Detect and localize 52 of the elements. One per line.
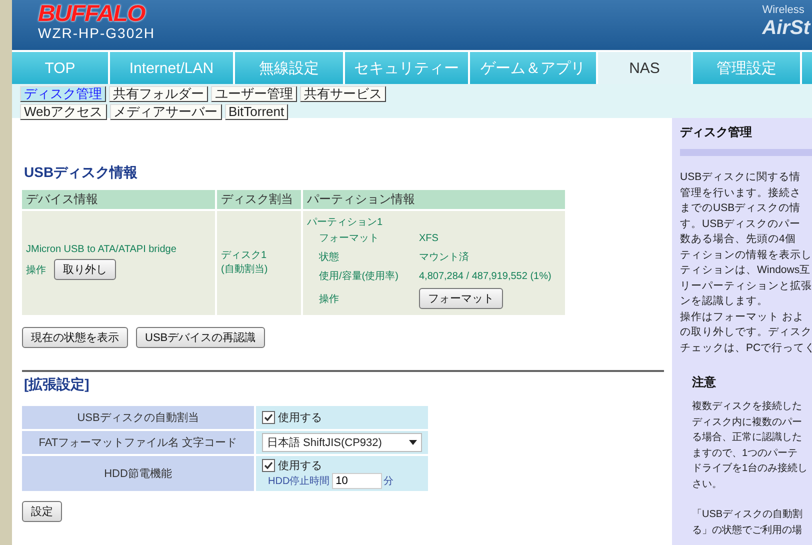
format-button[interactable]: フォーマット	[419, 288, 503, 309]
subtab[interactable]: メディアサーバー	[110, 104, 222, 120]
brand-tagline: Wireless	[762, 4, 804, 16]
unit-label: 分	[384, 475, 394, 488]
setting-label: HDD節電機能	[22, 456, 254, 491]
partition-name: パーティション1	[307, 216, 384, 229]
checkbox[interactable]	[262, 411, 275, 424]
checkbox-label: 使用する	[278, 411, 322, 425]
section-title: [拡張設定]	[24, 376, 90, 394]
setting-label: FATフォーマットファイル名 文字コード	[22, 431, 254, 454]
field-value: XFS	[419, 232, 440, 244]
tab-bar-end	[802, 52, 812, 84]
disk-name: ディスク1	[221, 249, 268, 262]
subtab[interactable]: BitTorrent	[224, 104, 288, 120]
brand-logo: AirSt	[762, 16, 810, 40]
checkbox-label: 使用する	[278, 459, 322, 473]
subtab[interactable]: 共有サービス	[300, 86, 386, 102]
help-text: USBディスクに関する情 管理を行います。接続さ までのUSBディスクの情 す。USBディスクのパー 数ある場合、先頭の4個 ティションの情報を表示し ティションは、Windows互 リーパーティションと拡張 ンを認識します。 操作はフォーマット およ の取り外しです。ディスク チェックは、PCで行ってく	[680, 170, 812, 356]
field-label: フォーマット	[319, 232, 380, 245]
field-value: マウント済	[419, 250, 470, 264]
device-name: JMicron USB to ATA/ATAPI bridge	[26, 244, 178, 255]
subtab[interactable]: Webアクセス	[20, 104, 106, 120]
column-header: デバイス情報	[22, 190, 215, 209]
time-label: HDD停止時間	[268, 474, 330, 488]
field-label: 状態	[319, 250, 340, 264]
action-label: 操作	[26, 264, 46, 276]
note-title: 注意	[692, 374, 717, 391]
apply-button[interactable]: 設定	[22, 501, 62, 522]
column-header: パーティション情報	[303, 190, 565, 209]
subtab[interactable]: 共有フォルダー	[109, 86, 208, 102]
note-text: 「USBディスクの自動割 る」の状態でご利用の場	[691, 508, 804, 538]
encoding-dropdown[interactable]: 日本語 ShiftJIS(CP932)	[262, 433, 422, 452]
caret-icon	[409, 440, 417, 445]
disk-note: (自動割当)	[221, 262, 269, 276]
field-label: 使用/容量(使用率)	[319, 270, 400, 283]
subtab[interactable]: ユーザー管理	[211, 86, 297, 102]
note-text: 複数ディスクを接続した ディスク内に複数のパー る場合、正常に認識した ますので、1つのパーテ ドライブを1台のみ接続し さい。	[691, 400, 809, 492]
checkbox[interactable]	[262, 459, 275, 472]
logo: BUFFALO	[38, 1, 146, 25]
setting-label: USBディスクの自動割当	[22, 406, 254, 429]
field-value: 4,807,284 / 487,919,552 (1%)	[419, 270, 552, 282]
time-input[interactable]: 10	[332, 473, 382, 489]
model-name: WZR-HP-G302H	[38, 25, 156, 41]
action-button[interactable]: 現在の状態を表示	[22, 327, 128, 348]
action-button[interactable]: USBデバイスの再認識	[136, 327, 265, 348]
section-title: USBディスク情報	[24, 164, 139, 182]
subtab[interactable]: ディスク管理	[20, 86, 106, 102]
help-title: ディスク管理	[680, 124, 753, 141]
column-header: ディスク割当	[217, 190, 301, 209]
action-label: 操作	[319, 292, 340, 306]
nav-tab[interactable]: NAS	[598, 52, 691, 84]
remove-button[interactable]: 取り外し	[54, 259, 116, 280]
